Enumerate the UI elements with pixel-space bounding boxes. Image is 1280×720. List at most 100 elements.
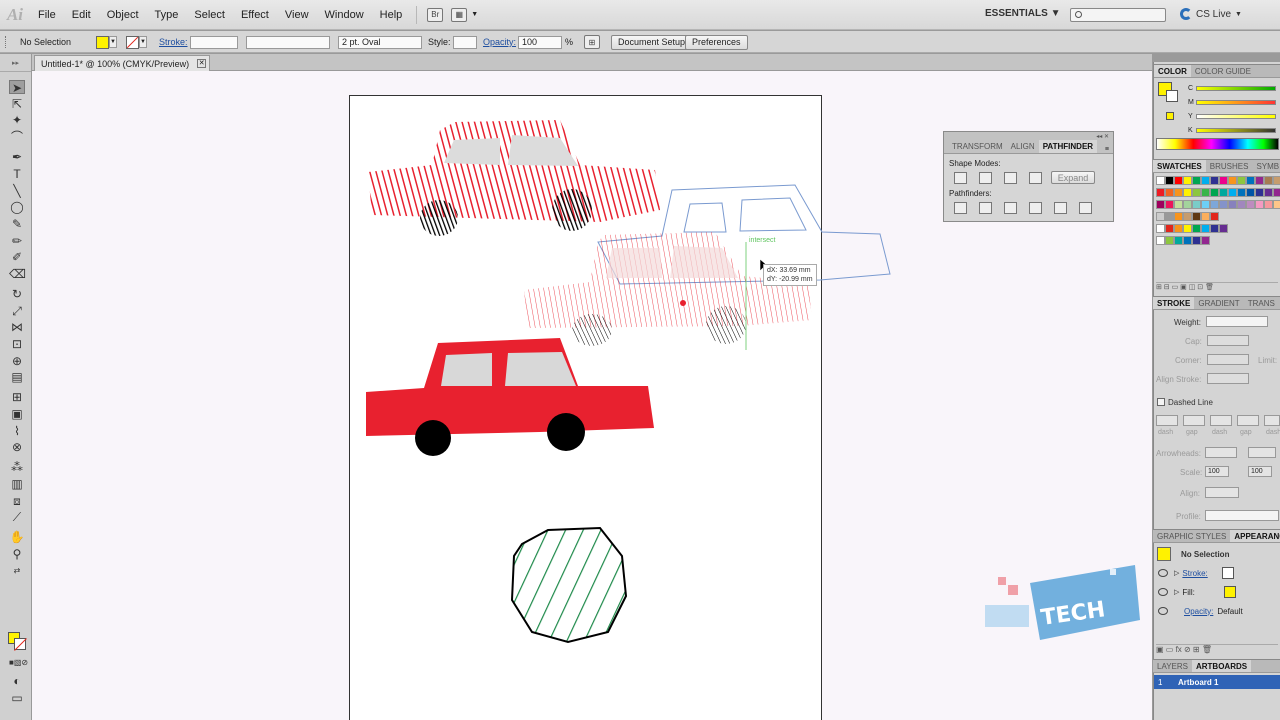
swatch-cell[interactable] xyxy=(1174,212,1183,221)
swatch-cell[interactable] xyxy=(1273,200,1280,209)
tab-stroke[interactable]: STROKE xyxy=(1153,297,1195,309)
symbol-sprayer-tool-icon[interactable]: ⁂ xyxy=(9,460,25,474)
tab-align[interactable]: ALIGN xyxy=(1007,140,1039,153)
menu-view[interactable]: View xyxy=(277,9,317,21)
graphic-style-select[interactable] xyxy=(453,35,477,49)
swatch-cell[interactable] xyxy=(1273,176,1280,185)
preferences-button[interactable]: Preferences xyxy=(685,34,748,50)
yellow-slider[interactable] xyxy=(1196,113,1276,119)
brush-definition-select[interactable]: 2 pt. Oval xyxy=(338,35,422,49)
trim-icon[interactable] xyxy=(979,202,992,214)
tab-swatches[interactable]: SWATCHES xyxy=(1153,160,1206,172)
swatch-cell[interactable] xyxy=(1210,212,1219,221)
swatch-cell[interactable] xyxy=(1264,176,1273,185)
outline-icon[interactable] xyxy=(1054,202,1067,214)
swatch-cell[interactable] xyxy=(1237,176,1246,185)
divide-icon[interactable] xyxy=(954,202,967,214)
appearance-stroke-swatch[interactable] xyxy=(1221,567,1234,579)
menu-edit[interactable]: Edit xyxy=(64,9,99,21)
selection-tool-icon[interactable]: ➤ xyxy=(9,80,25,95)
swatch-cell[interactable] xyxy=(1246,188,1255,197)
crop-icon[interactable] xyxy=(1029,202,1042,214)
type-tool-icon[interactable]: T xyxy=(9,167,25,181)
dash-input-3[interactable] xyxy=(1264,415,1280,426)
dash-input-2[interactable] xyxy=(1210,415,1232,426)
drawing-mode-icon[interactable]: ◐ xyxy=(9,674,25,688)
swatch-cell[interactable] xyxy=(1165,224,1174,233)
disclosure-triangle-icon[interactable]: ▷ xyxy=(1174,569,1179,577)
expand-button[interactable]: Expand xyxy=(1051,171,1095,184)
perspective-grid-tool-icon[interactable]: ▤ xyxy=(9,370,25,384)
tab-gradient[interactable]: GRADIENT xyxy=(1194,297,1243,309)
appearance-footer-icons[interactable]: ▣ ▭ fx ⊘ ⊞ 🗑 xyxy=(1156,644,1278,656)
opacity-field[interactable]: 100 xyxy=(518,35,562,49)
appearance-stroke-row[interactable]: ▷ Stroke: xyxy=(1158,565,1278,581)
black-slider[interactable] xyxy=(1196,127,1276,133)
align-stroke-buttons[interactable] xyxy=(1207,373,1249,384)
swatch-cell[interactable] xyxy=(1174,188,1183,197)
flat-car-wheel-rear[interactable] xyxy=(547,413,585,451)
menu-help[interactable]: Help xyxy=(372,9,411,21)
anchor-point[interactable] xyxy=(680,300,686,306)
swatch-cell[interactable] xyxy=(1255,188,1264,197)
swatch-cell[interactable] xyxy=(1201,200,1210,209)
swatch-cell[interactable] xyxy=(1201,212,1210,221)
tools-grip[interactable]: ▸▸ xyxy=(0,54,31,72)
recolor-artwork-icon[interactable]: ⊞ xyxy=(584,35,600,49)
fill-swatch[interactable] xyxy=(96,35,109,49)
tab-layers[interactable]: LAYERS xyxy=(1153,660,1192,672)
scale-tool-icon[interactable]: ⤢ xyxy=(9,304,25,318)
opacity-link[interactable]: Opacity: xyxy=(1184,607,1213,616)
cs-live-menu[interactable]: CS Live ▼ xyxy=(1180,8,1242,20)
swatch-cell[interactable] xyxy=(1156,176,1165,185)
flat-car[interactable] xyxy=(366,338,654,456)
flat-car-wheel-front[interactable] xyxy=(415,420,451,456)
swatch-cell[interactable] xyxy=(1210,176,1219,185)
tab-brushes[interactable]: BRUSHES xyxy=(1206,160,1253,172)
stroke-color-swatch[interactable] xyxy=(14,638,26,650)
eye-icon[interactable] xyxy=(1158,569,1168,577)
swatch-cell[interactable] xyxy=(1192,200,1201,209)
close-icon[interactable]: ✕ xyxy=(197,59,207,68)
direct-selection-tool-icon[interactable]: ⇱ xyxy=(9,97,25,111)
swatch-cell[interactable] xyxy=(1192,224,1201,233)
sketch-car-wheel-rear[interactable] xyxy=(706,306,746,344)
variable-width-profile[interactable] xyxy=(246,35,330,49)
swatch-cell[interactable] xyxy=(1264,188,1273,197)
stroke-weight-input[interactable] xyxy=(1206,316,1268,327)
swatch-cell[interactable] xyxy=(1228,188,1237,197)
column-graph-tool-icon[interactable]: ▥ xyxy=(9,477,25,491)
swatch-cell[interactable] xyxy=(1201,224,1210,233)
stroke-link[interactable]: Stroke: xyxy=(159,37,188,47)
panel-menu-icon[interactable]: ≡ xyxy=(1105,146,1109,153)
swatch-cell[interactable] xyxy=(1165,212,1174,221)
gradient-tool-icon[interactable]: ▣ xyxy=(9,407,25,421)
swatch-cell[interactable] xyxy=(1183,188,1192,197)
zoom-tool-icon[interactable]: ⚲ xyxy=(9,547,25,561)
swatch-cell[interactable] xyxy=(1183,212,1192,221)
outline-car-window-front[interactable] xyxy=(683,202,727,233)
eye-icon[interactable] xyxy=(1158,607,1168,615)
color-mode-icons[interactable]: ■▧⊘ xyxy=(9,656,28,670)
swatch-cell[interactable] xyxy=(1183,236,1192,245)
slice-tool-icon[interactable]: ⟋ xyxy=(9,510,25,524)
cap-buttons[interactable] xyxy=(1207,335,1249,346)
swatch-cell[interactable] xyxy=(1255,176,1264,185)
swatch-cell[interactable] xyxy=(1183,224,1192,233)
pencil-tool-icon[interactable]: ✏ xyxy=(9,234,25,248)
eye-icon[interactable] xyxy=(1158,588,1168,596)
appearance-fill-row[interactable]: ▷ Fill: xyxy=(1158,584,1278,600)
panel-collapse-icon[interactable]: ◂◂ ✕ xyxy=(1096,133,1109,140)
document-tab[interactable]: Untitled-1* @ 100% (CMYK/Preview) ✕ xyxy=(34,55,211,71)
document-setup-button[interactable]: Document Setup xyxy=(611,34,693,50)
cyan-slider[interactable] xyxy=(1196,85,1276,91)
fill-dropdown[interactable]: ▼ xyxy=(109,36,117,48)
sketch-car-window-rear[interactable] xyxy=(670,246,738,278)
tab-pathfinder[interactable]: PATHFINDER xyxy=(1038,140,1098,153)
swatch-cell[interactable] xyxy=(1246,176,1255,185)
stroke-link[interactable]: Stroke: xyxy=(1182,569,1207,578)
arrow-align-buttons[interactable] xyxy=(1205,487,1239,498)
disclosure-triangle-icon[interactable]: ▷ xyxy=(1174,588,1179,596)
paintbrush-tool-icon[interactable]: ✎ xyxy=(9,217,25,231)
arrow-scale-end[interactable]: 100 xyxy=(1248,466,1272,477)
